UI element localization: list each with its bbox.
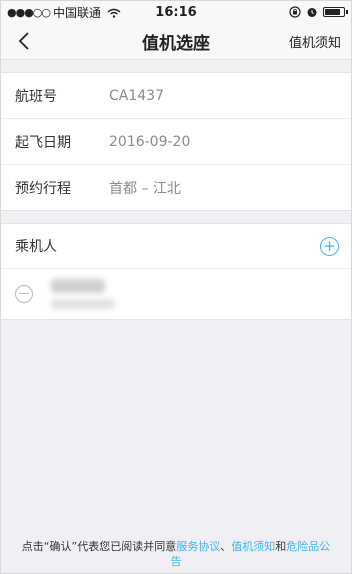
orientation-lock-icon xyxy=(289,6,301,18)
passenger-header: 乘机人 + xyxy=(1,224,351,269)
remove-passenger-icon[interactable] xyxy=(15,285,33,303)
flight-number-row: 航班号 CA1437 xyxy=(1,73,351,119)
battery-level-fill xyxy=(325,9,341,15)
page-title: 值机选座 xyxy=(142,33,210,54)
carrier-name: 中国联通 xyxy=(53,5,102,20)
departure-date-row: 起飞日期 2016-09-20 xyxy=(1,119,351,165)
booked-route-row: 预约行程 首都 – 江北 xyxy=(1,165,351,210)
signal-strength-icon: ●●●○○ xyxy=(7,5,51,19)
passenger-header-label: 乘机人 xyxy=(15,239,57,255)
wifi-icon xyxy=(107,7,121,18)
status-bar: ●●●○○ 中国联通 16:16 xyxy=(1,1,351,23)
departure-date-label: 起飞日期 xyxy=(15,134,71,151)
checkin-notice-footer-link[interactable]: 值机须知 xyxy=(231,540,275,553)
passenger-item xyxy=(1,269,351,319)
agreement-separator: 、 xyxy=(220,540,232,553)
departure-date-value: 2016-09-20 xyxy=(109,133,191,150)
battery-icon xyxy=(323,7,348,17)
passenger-name-redacted xyxy=(51,279,115,309)
checkin-notice-link[interactable]: 值机须知 xyxy=(289,32,341,51)
agreement-and: 和 xyxy=(275,540,287,553)
redacted-id-block xyxy=(51,299,115,309)
flight-number-label: 航班号 xyxy=(15,88,57,105)
add-passenger-button[interactable]: + xyxy=(320,236,339,256)
back-chevron-icon[interactable] xyxy=(15,31,35,51)
service-agreement-link[interactable]: 服务协议 xyxy=(176,540,220,553)
navigation-bar: 值机选座 值机须知 xyxy=(1,23,351,60)
agreement-notice: 点击“确认”代表您已阅读并同意服务协议、值机须知和危险品公告 xyxy=(1,539,351,569)
redacted-name-block xyxy=(51,279,105,293)
checkin-seat-screen: ●●●○○ 中国联通 16:16 值机选座 值机须知 航班号 CA1437 起飞… xyxy=(0,0,352,574)
flight-number-value: CA1437 xyxy=(109,87,164,104)
booked-route-value: 首都 – 江北 xyxy=(109,180,181,197)
status-right-icons xyxy=(289,6,348,18)
flight-info-section: 航班号 CA1437 起飞日期 2016-09-20 预约行程 首都 – 江北 xyxy=(1,72,351,211)
booked-route-label: 预约行程 xyxy=(15,180,71,197)
alarm-icon xyxy=(307,8,317,17)
passenger-section: 乘机人 + xyxy=(1,223,351,320)
agreement-prefix: 点击“确认”代表您已阅读并同意 xyxy=(21,540,177,553)
